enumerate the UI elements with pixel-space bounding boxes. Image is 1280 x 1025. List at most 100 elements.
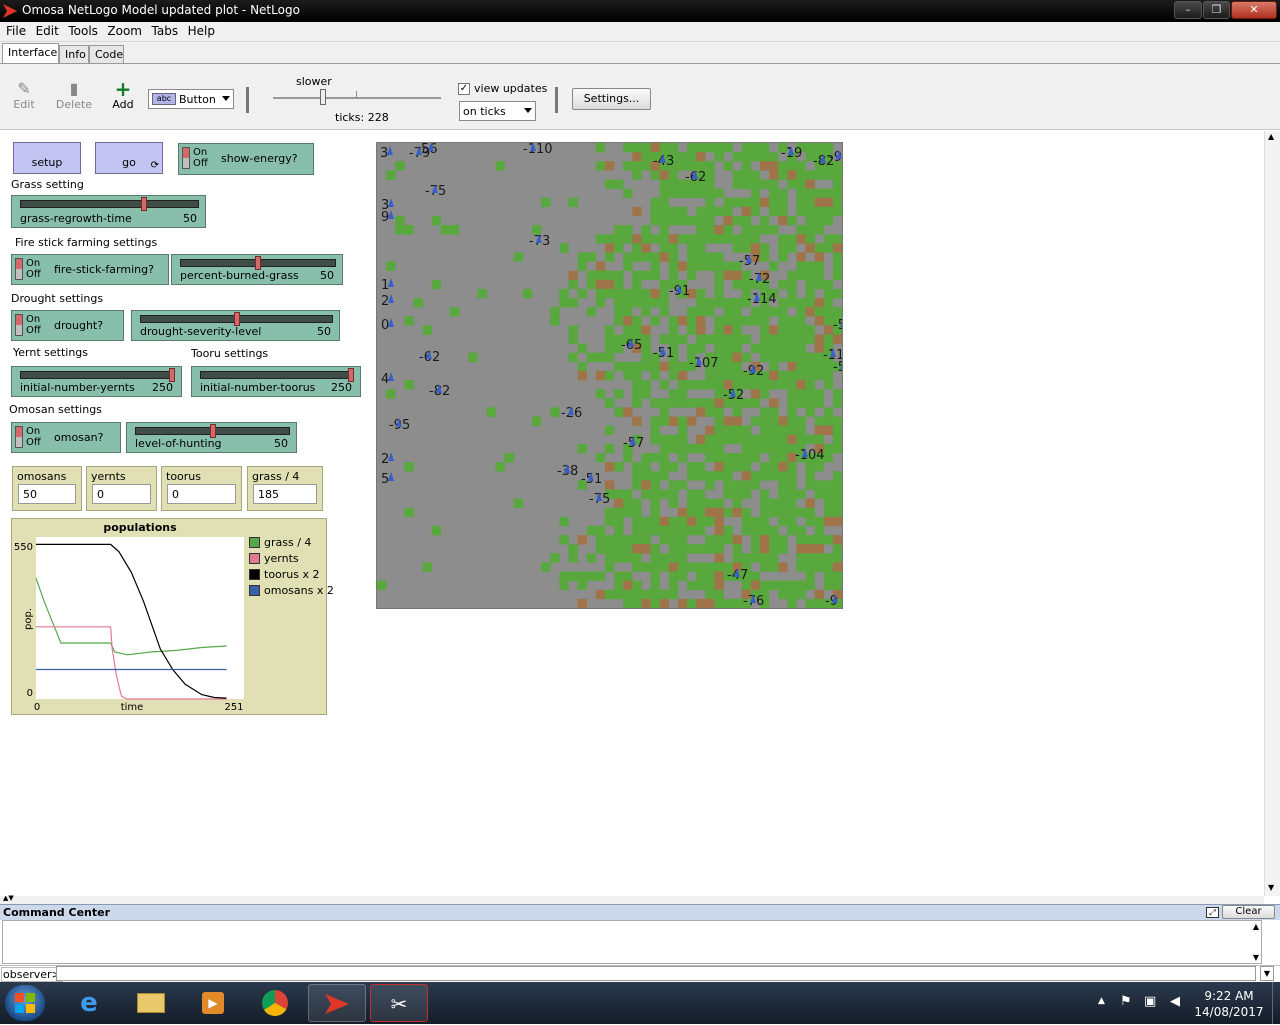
tab-interface[interactable]: Interface: [2, 43, 59, 64]
patch: [668, 179, 679, 189]
view-updates-checkbox[interactable]: ✓: [458, 83, 470, 95]
world-view[interactable]: 3-7956-110-43-62-19-82-9-7539-73-57-721-…: [376, 142, 843, 609]
menu-tools[interactable]: Tools: [68, 22, 98, 38]
system-clock[interactable]: 9:22 AM 14/08/2017: [1188, 988, 1270, 1020]
patch: [823, 416, 834, 426]
patch: [723, 489, 733, 499]
scroll-down-icon[interactable]: ▼: [1268, 883, 1274, 892]
menu-file[interactable]: File: [6, 22, 26, 38]
patch: [832, 170, 842, 180]
network-icon[interactable]: ▣: [1144, 994, 1156, 1009]
patch: [750, 307, 761, 317]
start-orb-icon[interactable]: [5, 985, 45, 1021]
patch: [814, 525, 824, 536]
history-dropdown-icon[interactable]: ▼: [1260, 966, 1274, 981]
patch: [632, 288, 642, 299]
menu-tabs[interactable]: Tabs: [152, 22, 179, 38]
patch: [814, 361, 824, 372]
slider-thumb[interactable]: [209, 424, 216, 438]
patch: [714, 143, 724, 153]
settings-button[interactable]: Settings...: [572, 88, 651, 110]
percent-burned-grass-slider[interactable]: percent-burned-grass 50: [171, 254, 343, 285]
initial-toorus-slider[interactable]: initial-number-toorus 250: [191, 366, 361, 397]
maximize-button[interactable]: ❒: [1203, 1, 1230, 19]
slider-name: percent-burned-grass: [180, 269, 299, 282]
patch: [614, 288, 624, 299]
internet-explorer-icon[interactable]: e: [60, 984, 118, 1022]
scroll-up-icon[interactable]: ▲: [1253, 922, 1259, 931]
trash-icon: ▮: [69, 79, 79, 98]
patch: [805, 298, 815, 308]
scroll-up-icon[interactable]: ▲: [1268, 132, 1274, 141]
chrome-icon[interactable]: [246, 984, 304, 1022]
agent-type-selector[interactable]: observer>: [1, 967, 63, 982]
patch: [659, 398, 669, 408]
volume-icon[interactable]: ◀: [1170, 994, 1180, 1009]
patch: [778, 489, 788, 499]
minimize-button[interactable]: –: [1174, 1, 1202, 19]
command-input[interactable]: [56, 966, 1256, 981]
widget-type-select[interactable]: abc Button: [148, 89, 234, 109]
patch: [641, 143, 651, 153]
show-energy-switch[interactable]: On Off show-energy?: [178, 143, 314, 175]
slider-thumb[interactable]: [141, 197, 148, 211]
windows-flag-icon: [15, 1004, 24, 1013]
delete-button[interactable]: ▮ Delete: [52, 79, 96, 112]
vertical-scrollbar[interactable]: ▲ ▼: [1264, 131, 1280, 896]
patch: [468, 352, 478, 363]
fire-stick-farming-switch[interactable]: On Off fire-stick-farming?: [11, 254, 169, 285]
splitter-arrows-icon[interactable]: ▲▼: [3, 894, 14, 902]
tab-info[interactable]: Info: [59, 45, 89, 64]
patch: [787, 498, 797, 508]
add-button[interactable]: + Add: [106, 79, 140, 111]
show-hidden-icons-icon[interactable]: ▲: [1098, 996, 1105, 1006]
patch: [687, 507, 697, 518]
splitter[interactable]: ▲▼: [0, 894, 1264, 904]
patch: [787, 389, 797, 399]
menu-help[interactable]: Help: [188, 22, 215, 38]
patch: [787, 298, 797, 308]
patch: [668, 571, 679, 581]
action-center-flag-icon[interactable]: ⚑: [1120, 994, 1132, 1009]
tab-code[interactable]: Code: [89, 45, 124, 64]
update-mode-select[interactable]: on ticks: [459, 101, 536, 121]
patch: [641, 352, 651, 363]
drought-severity-slider[interactable]: drought-severity-level 50: [131, 310, 340, 341]
speed-slider-track[interactable]: [273, 97, 441, 99]
omosan-switch[interactable]: On Off omosan?: [11, 422, 121, 453]
patch: [805, 334, 815, 344]
patch: [714, 544, 724, 554]
snipping-tool-icon[interactable]: ✂: [370, 984, 428, 1022]
menu-edit[interactable]: Edit: [36, 22, 59, 38]
patch: [687, 380, 697, 390]
speed-slider-thumb[interactable]: [320, 89, 327, 105]
level-of-hunting-slider[interactable]: level-of-hunting 50: [126, 422, 297, 453]
file-explorer-icon[interactable]: [122, 984, 180, 1022]
patch: [677, 425, 688, 435]
grass-regrowth-slider[interactable]: grass-regrowth-time 50: [11, 195, 206, 228]
patch: [769, 398, 779, 408]
patch: [796, 361, 806, 372]
show-desktop-button[interactable]: [1272, 982, 1280, 1024]
menu-zoom[interactable]: Zoom: [107, 22, 142, 38]
slider-thumb[interactable]: [255, 256, 261, 270]
go-button[interactable]: go ⟳: [95, 142, 163, 174]
patch: [787, 352, 797, 363]
close-button[interactable]: ✕: [1231, 1, 1277, 19]
media-player-icon[interactable]: ▶: [184, 984, 242, 1022]
edit-button[interactable]: ✎ Edit: [6, 80, 42, 112]
scroll-down-icon[interactable]: ▼: [1253, 953, 1259, 962]
expand-icon[interactable]: ⤢: [1206, 907, 1219, 918]
patch: [641, 462, 651, 472]
populations-plot[interactable]: populations 550 0 0 251 time pop. grass …: [11, 518, 334, 715]
clear-button[interactable]: Clear: [1222, 905, 1275, 919]
slider-thumb[interactable]: [348, 368, 354, 382]
drought-switch[interactable]: On Off drought?: [11, 310, 124, 341]
slider-thumb[interactable]: [169, 368, 175, 382]
netlogo-icon[interactable]: [308, 984, 366, 1022]
patch: [814, 215, 824, 226]
slider-thumb[interactable]: [233, 312, 240, 326]
initial-yernts-slider[interactable]: initial-number-yernts 250: [11, 366, 182, 397]
setup-button[interactable]: setup: [13, 142, 81, 174]
patch: [832, 234, 842, 244]
